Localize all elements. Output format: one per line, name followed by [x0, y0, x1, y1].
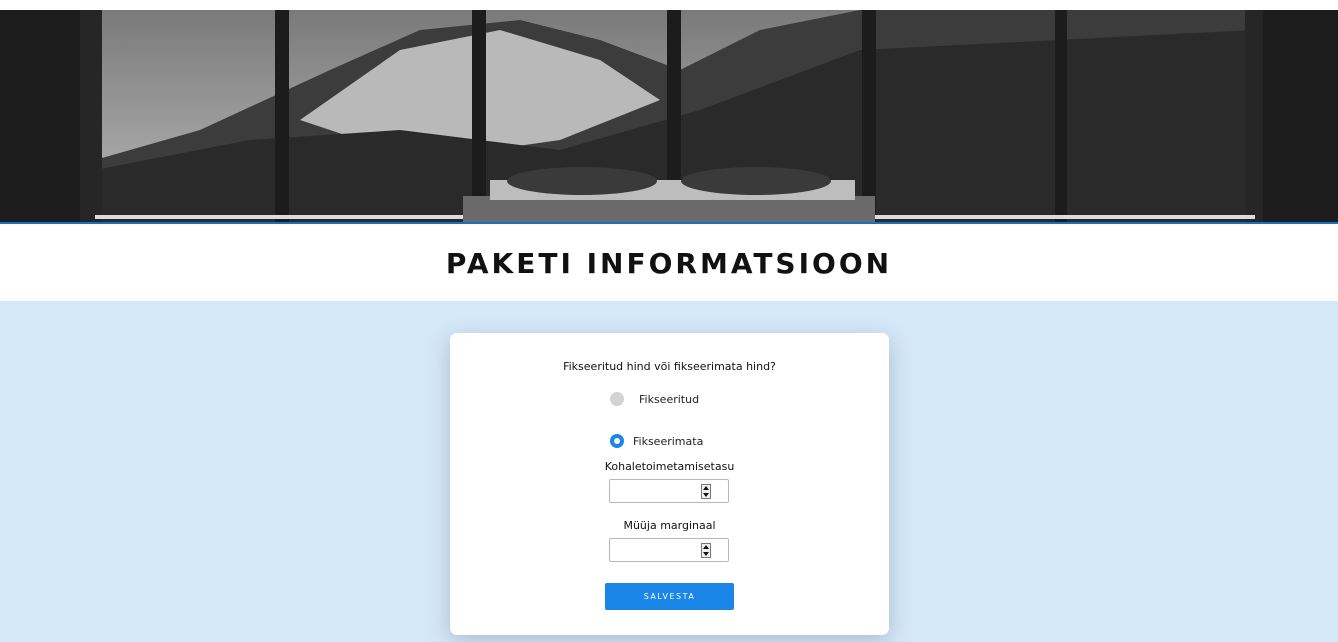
radio-label-fikseeritud: Fikseeritud — [639, 392, 700, 406]
page-title: PAKETI INFORMATSIOON — [445, 247, 893, 280]
stepper-up-icon[interactable] — [702, 485, 710, 491]
radio-option-fikseerimata[interactable]: Fikseerimata — [610, 434, 703, 448]
stepper-down-icon[interactable] — [702, 492, 710, 498]
package-form-card: Fikseeritud hind või fikseerimata hind? … — [450, 333, 889, 635]
radio-option-fikseeritud[interactable]: Fikseeritud — [610, 392, 699, 406]
title-band: PAKETI INFORMATSIOON — [0, 226, 1338, 301]
number-stepper[interactable] — [701, 543, 711, 558]
seller-margin-label: Müüja marginaal — [623, 519, 716, 532]
price-type-question: Fikseeritud hind või fikseerimata hind? — [563, 360, 776, 373]
stepper-down-icon[interactable] — [702, 551, 710, 557]
delivery-fee-label: Kohaletoimetamisetasu — [604, 460, 735, 473]
delivery-fee-input[interactable] — [609, 479, 729, 503]
stepper-up-icon[interactable] — [702, 544, 710, 550]
seller-margin-field[interactable] — [610, 539, 698, 561]
delivery-fee-field[interactable] — [610, 480, 698, 502]
save-button[interactable]: SALVESTA — [605, 583, 734, 610]
radio-checked-icon[interactable] — [610, 434, 624, 448]
content-area: Fikseeritud hind või fikseerimata hind? … — [0, 301, 1338, 642]
seller-margin-input[interactable] — [609, 538, 729, 562]
number-stepper[interactable] — [701, 484, 711, 499]
radio-unchecked-icon[interactable] — [610, 392, 624, 406]
header-banner-image — [0, 10, 1338, 224]
radio-label-fikseerimata: Fikseerimata — [633, 434, 704, 448]
